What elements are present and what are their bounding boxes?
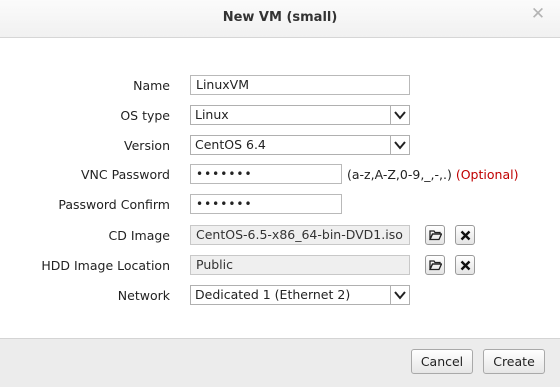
hdd-location-input: Public	[190, 255, 410, 275]
password-confirm-row: Password Confirm •••••••	[0, 194, 560, 216]
network-row: Network Dedicated 1 (Ethernet 2)	[0, 285, 560, 307]
hdd-location-label: HDD Image Location	[41, 258, 170, 273]
network-select[interactable]: Dedicated 1 (Ethernet 2)	[190, 285, 410, 305]
vnc-password-row: VNC Password ••••••• (a-z,A-Z,0-9,_,-,.)…	[0, 164, 560, 186]
dialog-titlebar: New VM (small) ✕	[0, 0, 560, 38]
chevron-down-icon[interactable]	[390, 106, 409, 124]
version-value: CentOS 6.4	[195, 137, 266, 152]
folder-open-icon	[429, 260, 442, 271]
hdd-location-row: HDD Image Location Public	[0, 255, 560, 277]
vnc-password-input[interactable]: •••••••	[190, 164, 342, 184]
cd-image-browse-button[interactable]	[425, 225, 445, 245]
name-input[interactable]: LinuxVM	[190, 75, 410, 95]
os-type-value: Linux	[195, 107, 229, 122]
version-row: Version CentOS 6.4	[0, 135, 560, 157]
vnc-password-hint: (a-z,A-Z,0-9,_,-,.) (Optional)	[347, 164, 518, 186]
os-type-select[interactable]: Linux	[190, 105, 410, 125]
optional-label: (Optional)	[455, 167, 519, 182]
create-button[interactable]: Create	[483, 349, 545, 374]
close-icon[interactable]: ✕	[530, 6, 546, 23]
name-row: Name LinuxVM	[0, 75, 560, 97]
vnc-password-label: VNC Password	[81, 167, 170, 182]
name-label: Name	[133, 78, 170, 93]
dialog-footer: Cancel Create	[0, 338, 560, 387]
x-icon	[460, 230, 471, 241]
password-confirm-input[interactable]: •••••••	[190, 194, 342, 214]
chevron-down-icon[interactable]	[390, 136, 409, 154]
cd-image-label: CD Image	[108, 228, 170, 243]
os-type-label: OS type	[120, 108, 170, 123]
cd-image-row: CD Image CentOS-6.5-x86_64-bin-DVD1.iso	[0, 225, 560, 247]
x-icon	[460, 260, 471, 271]
version-select[interactable]: CentOS 6.4	[190, 135, 410, 155]
network-label: Network	[117, 288, 170, 303]
dialog-title: New VM (small)	[222, 10, 338, 25]
folder-open-icon	[429, 230, 442, 241]
cd-image-clear-button[interactable]	[455, 225, 475, 245]
version-label: Version	[124, 138, 170, 153]
vnc-password-charset: (a-z,A-Z,0-9,_,-,.)	[347, 167, 452, 182]
cd-image-input: CentOS-6.5-x86_64-bin-DVD1.iso	[190, 225, 410, 245]
hdd-location-browse-button[interactable]	[425, 255, 445, 275]
password-confirm-label: Password Confirm	[58, 197, 170, 212]
chevron-down-icon[interactable]	[390, 286, 409, 304]
os-type-row: OS type Linux	[0, 105, 560, 127]
network-value: Dedicated 1 (Ethernet 2)	[195, 287, 351, 302]
hdd-location-clear-button[interactable]	[455, 255, 475, 275]
cancel-button[interactable]: Cancel	[411, 349, 473, 374]
